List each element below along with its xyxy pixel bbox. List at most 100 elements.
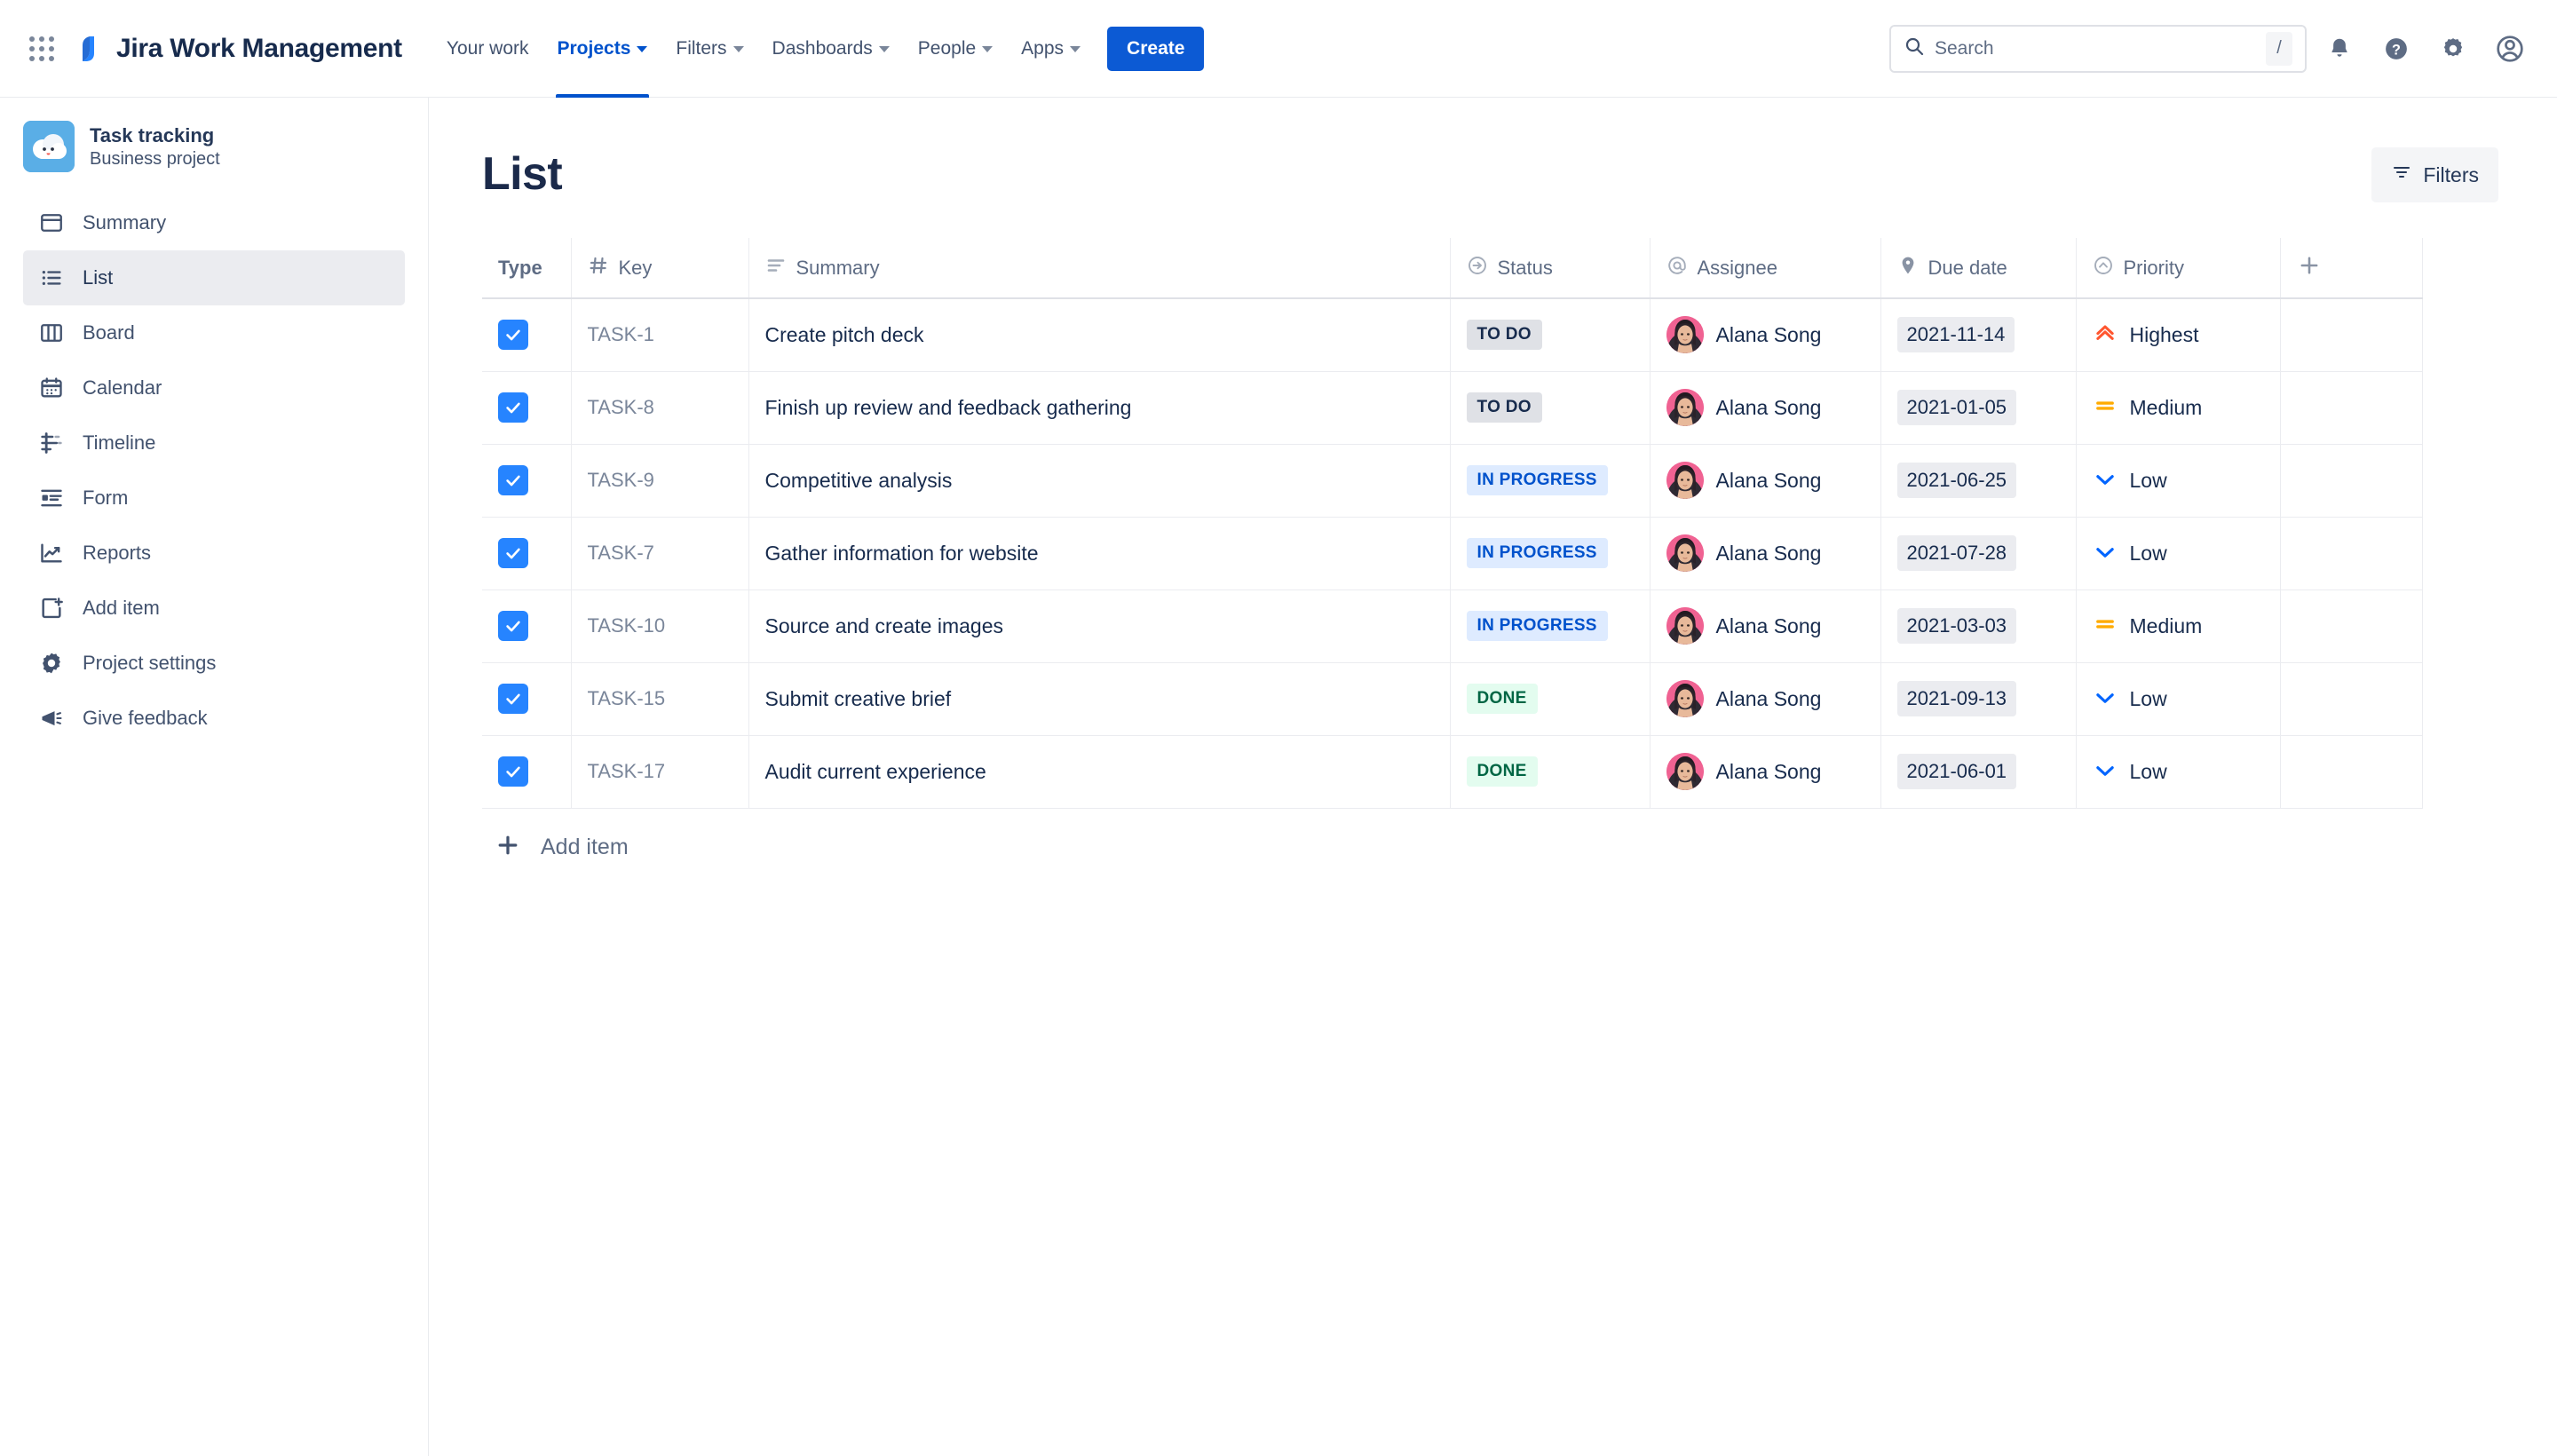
help-question-icon[interactable]: ? <box>2372 25 2420 73</box>
table-row[interactable]: TASK-10 Source and create images IN PROG… <box>482 590 2423 663</box>
cell-type[interactable] <box>482 735 572 809</box>
sidebar-item-summary[interactable]: Summary <box>23 195 405 250</box>
status-badge[interactable]: TO DO <box>1466 320 1542 351</box>
create-button[interactable]: Create <box>1107 26 1205 71</box>
issue-summary-text[interactable]: Source and create images <box>765 614 1004 637</box>
sidebar-item-project-settings[interactable]: Project settings <box>23 636 405 691</box>
due-date-value[interactable]: 2021-09-13 <box>1896 681 2017 716</box>
nav-item-filters[interactable]: Filters <box>661 0 757 98</box>
cell-priority[interactable]: Highest <box>2076 298 2281 372</box>
nav-item-dashboards[interactable]: Dashboards <box>758 0 904 98</box>
nav-item-people[interactable]: People <box>904 0 1007 98</box>
sidebar-item-add-item[interactable]: Add item <box>23 581 405 636</box>
due-date-value[interactable]: 2021-07-28 <box>1896 535 2017 571</box>
task-check-icon[interactable] <box>498 684 528 714</box>
cell-status[interactable]: IN PROGRESS <box>1450 517 1651 590</box>
cell-priority[interactable]: Low <box>2076 735 2281 809</box>
cell-key[interactable]: TASK-1 <box>571 298 749 372</box>
cell-due-date[interactable]: 2021-01-05 <box>1880 371 2077 445</box>
issue-key-link[interactable]: TASK-8 <box>588 396 654 418</box>
app-switcher-icon[interactable] <box>23 30 60 67</box>
issue-key-link[interactable]: TASK-1 <box>588 323 654 345</box>
cell-key[interactable]: TASK-8 <box>571 371 749 445</box>
project-header[interactable]: Task tracking Business project <box>0 121 428 172</box>
cell-summary[interactable]: Submit creative brief <box>748 662 1451 736</box>
cell-summary[interactable]: Source and create images <box>748 590 1451 663</box>
status-badge[interactable]: IN PROGRESS <box>1466 538 1608 568</box>
task-check-icon[interactable] <box>498 611 528 641</box>
task-check-icon[interactable] <box>498 756 528 787</box>
status-badge[interactable]: DONE <box>1466 756 1538 787</box>
filters-button[interactable]: Filters <box>2371 147 2498 202</box>
add-item-row-button[interactable]: Add item <box>482 809 2557 863</box>
status-badge[interactable]: IN PROGRESS <box>1466 611 1608 641</box>
issue-summary-text[interactable]: Gather information for website <box>765 542 1039 565</box>
settings-gear-icon[interactable] <box>2429 25 2477 73</box>
cell-due-date[interactable]: 2021-07-28 <box>1880 517 2077 590</box>
column-header-key[interactable]: Key <box>571 238 749 299</box>
cell-due-date[interactable]: 2021-11-14 <box>1880 298 2077 372</box>
issue-key-link[interactable]: TASK-17 <box>588 760 666 782</box>
task-check-icon[interactable] <box>498 538 528 568</box>
cell-summary[interactable]: Audit current experience <box>748 735 1451 809</box>
cell-type[interactable] <box>482 371 572 445</box>
issue-summary-text[interactable]: Competitive analysis <box>765 469 953 492</box>
search-input[interactable]: Search / <box>1889 24 2307 73</box>
cell-due-date[interactable]: 2021-09-13 <box>1880 662 2077 736</box>
cell-key[interactable]: TASK-15 <box>571 662 749 736</box>
nav-item-projects[interactable]: Projects <box>543 0 662 98</box>
sidebar-item-give-feedback[interactable]: Give feedback <box>23 691 405 746</box>
cell-status[interactable]: IN PROGRESS <box>1450 444 1651 518</box>
status-badge[interactable]: IN PROGRESS <box>1466 465 1608 495</box>
cell-due-date[interactable]: 2021-03-03 <box>1880 590 2077 663</box>
cell-type[interactable] <box>482 298 572 372</box>
cell-priority[interactable]: Medium <box>2076 371 2281 445</box>
add-column-button[interactable] <box>2280 238 2423 299</box>
task-check-icon[interactable] <box>498 392 528 423</box>
cell-key[interactable]: TASK-10 <box>571 590 749 663</box>
notifications-bell-icon[interactable] <box>2316 25 2363 73</box>
issue-key-link[interactable]: TASK-15 <box>588 687 666 709</box>
cell-assignee[interactable]: Alana Song <box>1650 444 1881 518</box>
column-header-summary[interactable]: Summary <box>748 238 1451 299</box>
cell-due-date[interactable]: 2021-06-25 <box>1880 444 2077 518</box>
cell-type[interactable] <box>482 517 572 590</box>
due-date-value[interactable]: 2021-03-03 <box>1896 608 2017 644</box>
cell-assignee[interactable]: Alana Song <box>1650 517 1881 590</box>
due-date-value[interactable]: 2021-06-01 <box>1896 754 2017 789</box>
cell-assignee[interactable]: Alana Song <box>1650 735 1881 809</box>
cell-type[interactable] <box>482 662 572 736</box>
jira-brand-home-link[interactable]: Jira Work Management <box>75 34 402 64</box>
issue-key-link[interactable]: TASK-10 <box>588 614 666 637</box>
issue-summary-text[interactable]: Submit creative brief <box>765 687 952 710</box>
table-row[interactable]: TASK-17 Audit current experience DONE Al… <box>482 735 2423 809</box>
cell-key[interactable]: TASK-17 <box>571 735 749 809</box>
issue-summary-text[interactable]: Audit current experience <box>765 760 986 783</box>
status-badge[interactable]: DONE <box>1466 684 1538 714</box>
due-date-value[interactable]: 2021-11-14 <box>1896 317 2015 353</box>
column-header-assignee[interactable]: Assignee <box>1650 238 1881 299</box>
table-row[interactable]: TASK-1 Create pitch deck TO DO Alana Son… <box>482 298 2423 372</box>
cell-priority[interactable]: Low <box>2076 444 2281 518</box>
cell-due-date[interactable]: 2021-06-01 <box>1880 735 2077 809</box>
cell-assignee[interactable]: Alana Song <box>1650 298 1881 372</box>
cell-summary[interactable]: Create pitch deck <box>748 298 1451 372</box>
cell-assignee[interactable]: Alana Song <box>1650 371 1881 445</box>
cell-key[interactable]: TASK-7 <box>571 517 749 590</box>
sidebar-item-calendar[interactable]: Calendar <box>23 360 405 415</box>
table-row[interactable]: TASK-7 Gather information for website IN… <box>482 517 2423 590</box>
cell-type[interactable] <box>482 444 572 518</box>
due-date-value[interactable]: 2021-06-25 <box>1896 463 2017 498</box>
cell-status[interactable]: TO DO <box>1450 371 1651 445</box>
column-header-due-date[interactable]: Due date <box>1880 238 2077 299</box>
task-check-icon[interactable] <box>498 465 528 495</box>
issue-key-link[interactable]: TASK-9 <box>588 469 654 491</box>
cell-priority[interactable]: Low <box>2076 662 2281 736</box>
nav-item-your-work[interactable]: Your work <box>432 0 543 98</box>
cell-summary[interactable]: Competitive analysis <box>748 444 1451 518</box>
cell-status[interactable]: DONE <box>1450 735 1651 809</box>
status-badge[interactable]: TO DO <box>1466 392 1542 423</box>
user-avatar-icon[interactable] <box>2486 25 2534 73</box>
sidebar-item-timeline[interactable]: Timeline <box>23 415 405 471</box>
sidebar-item-reports[interactable]: Reports <box>23 526 405 581</box>
